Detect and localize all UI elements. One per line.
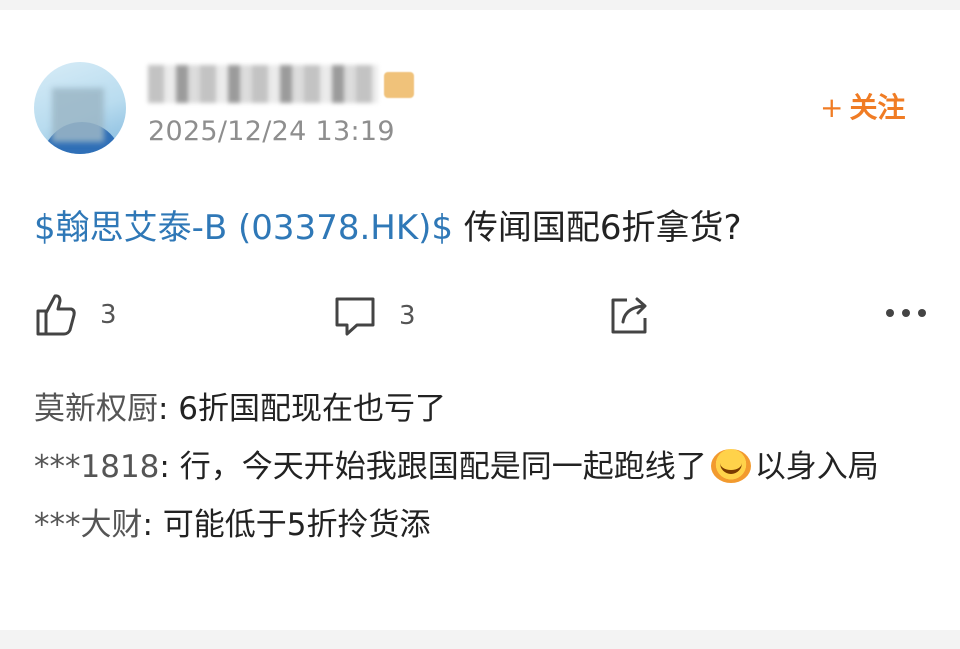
post-timestamp: 2025/12/24 13:19 xyxy=(148,116,395,147)
post-card: 2025/12/24 13:19 + 关注 $翰思艾泰-B (03378.HK)$… xyxy=(0,10,960,630)
laughing-crying-emoji-icon xyxy=(710,449,751,483)
author-name-blurred[interactable] xyxy=(148,65,378,103)
avatar[interactable] xyxy=(34,62,126,154)
comment-item[interactable]: ***1818: 行，今天开始我跟国配是同一起跑线了 以身入局 xyxy=(34,438,934,496)
post-body: $翰思艾泰-B (03378.HK)$ 传闻国配6折拿货? xyxy=(34,200,742,249)
stock-tag-link[interactable]: $翰思艾泰-B (03378.HK)$ xyxy=(34,208,453,248)
action-bar: 3 3 xyxy=(0,292,960,342)
follow-label: 关注 xyxy=(849,91,906,124)
comment-text: : 可能低于5折拎货添 xyxy=(142,507,431,543)
comment-button[interactable]: 3 xyxy=(333,294,416,338)
like-count: 3 xyxy=(100,300,117,330)
plus-icon: + xyxy=(820,91,844,124)
comment-author-blurred[interactable]: ***大财 xyxy=(34,496,143,554)
comment-count: 3 xyxy=(399,301,416,331)
like-button[interactable]: 3 xyxy=(34,292,117,338)
comment-text-continued: 以身入局 xyxy=(754,449,879,485)
comment-list: 莫新权厨: 6折国配现在也亏了 ***1818: 行，今天开始我跟国配是同一起跑… xyxy=(34,380,934,554)
thumbs-up-icon xyxy=(36,294,76,336)
comment-text: : 6折国配现在也亏了 xyxy=(158,391,447,427)
comment-author-blurred[interactable]: ***1818 xyxy=(34,438,159,496)
comment-text: : 行，今天开始我跟国配是同一起跑线了 xyxy=(159,449,707,485)
post-text: 传闻国配6折拿货? xyxy=(453,208,742,248)
comment-bubble-icon xyxy=(335,297,375,336)
comment-item[interactable]: ***大财: 可能低于5折拎货添 xyxy=(34,496,934,554)
more-dots-icon xyxy=(886,309,926,317)
vip-badge-icon xyxy=(384,72,414,98)
comment-item[interactable]: 莫新权厨: 6折国配现在也亏了 xyxy=(34,380,934,438)
follow-button[interactable]: + 关注 xyxy=(820,86,905,126)
share-icon xyxy=(611,297,647,334)
comment-author-blurred[interactable]: 莫新权厨 xyxy=(34,380,158,438)
more-button[interactable] xyxy=(884,306,928,320)
share-button[interactable] xyxy=(607,292,653,338)
